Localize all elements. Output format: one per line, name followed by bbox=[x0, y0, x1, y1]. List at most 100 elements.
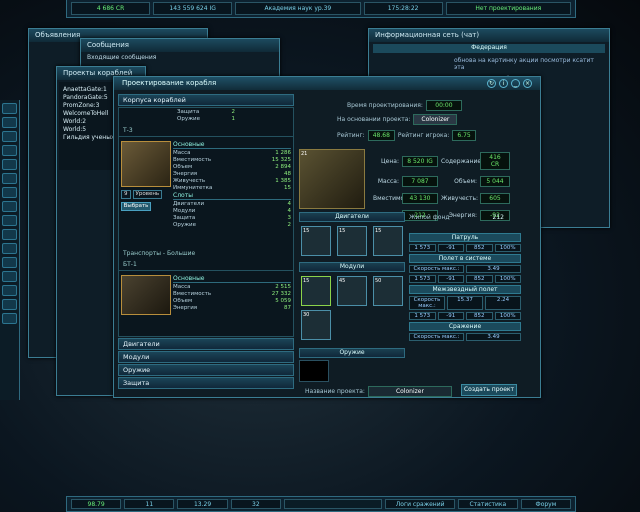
exit-icon[interactable] bbox=[2, 313, 17, 324]
bottom-value-1: 98.79 bbox=[71, 499, 122, 509]
folder-icon[interactable] bbox=[2, 131, 17, 142]
refresh-icon[interactable]: ↻ bbox=[487, 79, 496, 88]
planet-icon[interactable] bbox=[2, 187, 17, 198]
hull-bt1-stats: Основные Масса 2 515 Вместимость 27 332 Объем… bbox=[173, 275, 291, 312]
project-name-row: Название проекта: Colonizer bbox=[305, 386, 452, 397]
bottom-bar: 98.79 11 13.29 32 Логи сражений Статисти… bbox=[66, 496, 576, 512]
design-status[interactable]: Нет проектирования bbox=[445, 2, 571, 15]
info-icon[interactable]: i bbox=[499, 79, 508, 88]
flask-icon[interactable] bbox=[2, 145, 17, 156]
transport-header[interactable]: Транспорты - Большие bbox=[119, 248, 293, 259]
design-title: Проектирование корабля bbox=[122, 79, 217, 87]
ship-stat-row: Цена: 8 520 IG Содержание: 416 CR bbox=[373, 152, 533, 170]
chat-icon[interactable] bbox=[2, 173, 17, 184]
fleet-icon[interactable] bbox=[2, 229, 17, 240]
eye-icon[interactable] bbox=[2, 285, 17, 296]
interstellar-values: 1 573 -91 852 100% bbox=[409, 312, 521, 320]
volume-slider[interactable] bbox=[283, 499, 383, 509]
engine-slot[interactable]: 15 bbox=[301, 226, 331, 256]
modules-title: Модули bbox=[299, 262, 405, 272]
mail-icon[interactable] bbox=[2, 257, 17, 268]
create-project-button[interactable]: Создать проект bbox=[461, 384, 517, 396]
module-slot[interactable]: 45 bbox=[337, 276, 367, 306]
fleet-icon[interactable] bbox=[2, 215, 17, 226]
top-bar: 4 686 CR 143 559 624 IG Академия наук ур… bbox=[66, 0, 576, 18]
flight-value: 100% bbox=[494, 244, 521, 252]
weapons-title: Оружие bbox=[299, 348, 405, 358]
section-header[interactable]: Двигатели bbox=[118, 338, 294, 350]
battle-header[interactable]: Сражение bbox=[409, 322, 521, 331]
credits-display: 4 686 CR bbox=[71, 2, 151, 15]
ig-display: 143 559 624 IG bbox=[153, 2, 233, 15]
stat-row: Масса 1 286 bbox=[173, 150, 291, 156]
patrol-values: 1 573 -91 852 100% bbox=[409, 244, 521, 252]
flight-value: 100% bbox=[494, 312, 521, 320]
section-header[interactable]: Защита bbox=[118, 377, 294, 389]
speed-row: Скорость макс.: 15.37 2.24 bbox=[409, 296, 521, 310]
flight-modes: Патруль 1 573 -91 852 100% Полет в системе … bbox=[409, 231, 521, 401]
incoming-folder[interactable]: Входящие сообщения bbox=[81, 52, 279, 63]
alert-icon[interactable] bbox=[2, 299, 17, 310]
module-slot[interactable]: 50 bbox=[373, 276, 403, 306]
module-slot[interactable]: 30 bbox=[301, 310, 331, 340]
chat-icon[interactable] bbox=[2, 201, 17, 212]
ship-design-window: Проектирование корабля ↻ i _ × Корпуса кора… bbox=[113, 76, 541, 398]
slots-title: Слоты bbox=[173, 192, 291, 200]
module-slot[interactable]: 15 bbox=[301, 276, 331, 306]
system-flight-header[interactable]: Полет в системе bbox=[409, 254, 521, 263]
speed-row: Скорость макс.: 3.49 bbox=[409, 333, 521, 341]
slot-row: Защита 3 bbox=[173, 215, 291, 221]
hull-panel: Корпуса кораблей Защита 2 Оружие 1 Т-3 9 Ур… bbox=[118, 94, 294, 394]
minimize-icon[interactable]: _ bbox=[511, 79, 520, 88]
flight-value: 1 573 bbox=[409, 312, 436, 320]
channel-federation[interactable]: Федерация bbox=[373, 44, 605, 53]
ship-icon[interactable] bbox=[2, 117, 17, 128]
speed-row: Скорость макс.: 3.49 bbox=[409, 265, 521, 273]
flight-value: 100% bbox=[494, 275, 521, 283]
flight-value: 1 573 bbox=[409, 275, 436, 283]
system-values: 1 573 -91 852 100% bbox=[409, 275, 521, 283]
patrol-header[interactable]: Патруль bbox=[409, 233, 521, 242]
flight-value: 1 573 bbox=[409, 244, 436, 252]
stat-row: Иммунитетка 15 bbox=[173, 185, 291, 191]
fuel-row: Жилой фонд 212 bbox=[409, 214, 504, 221]
section-header[interactable]: Оружие bbox=[118, 364, 294, 376]
slot-row: Двигатели 4 bbox=[173, 201, 291, 207]
close-icon[interactable]: × bbox=[523, 79, 532, 88]
hull-t3-stats: Основные Масса 1 286 Вместимость 15 325 Объем… bbox=[173, 141, 291, 229]
hull-item-bt1[interactable]: Основные Масса 2 515 Вместимость 27 332 Объем… bbox=[119, 270, 293, 316]
flight-value: 852 bbox=[466, 244, 493, 252]
engine-slot[interactable]: 15 bbox=[373, 226, 403, 256]
academy-display[interactable]: Академия наук ур.39 bbox=[235, 2, 361, 15]
stats-group: Основные bbox=[173, 275, 291, 283]
stat-row: Защита 2 bbox=[177, 109, 235, 115]
engine-slot[interactable]: 15 bbox=[337, 226, 367, 256]
hull-level: 9 Уровень bbox=[121, 190, 171, 199]
bottom-value-2: 11 bbox=[124, 499, 175, 509]
tools-icon[interactable] bbox=[2, 103, 17, 114]
battle-logs-button[interactable]: Логи сражений bbox=[385, 499, 455, 509]
chat-icon[interactable] bbox=[2, 159, 17, 170]
weapon-slot[interactable] bbox=[299, 360, 329, 382]
hull-item-t3[interactable]: 9 Уровень Выбрать Основные Масса 1 286 Вмест… bbox=[119, 136, 293, 248]
flight-value: -91 bbox=[437, 244, 464, 252]
stat-row: Вместимость 15 325 bbox=[173, 157, 291, 163]
flight-value: 852 bbox=[466, 312, 493, 320]
time-display: 175:28:22 bbox=[363, 2, 443, 15]
section-header[interactable]: Модули bbox=[118, 351, 294, 363]
based-on: На основании проекта: Colonizer bbox=[337, 114, 458, 125]
ship-stat-row: Вместимость: 43 130 Живучесть: 605 bbox=[373, 193, 533, 204]
design-details: Время проектирования: 00:00 На основании … bbox=[297, 94, 537, 397]
forum-button[interactable]: Форум bbox=[520, 499, 572, 509]
engines-title: Двигатели bbox=[299, 212, 405, 222]
statistics-button[interactable]: Статистика bbox=[457, 499, 518, 509]
build-icon[interactable] bbox=[2, 243, 17, 254]
select-hull-button[interactable]: Выбрать bbox=[121, 202, 151, 211]
left-toolbar bbox=[0, 100, 20, 400]
interstellar-header[interactable]: Межзвездный полет bbox=[409, 285, 521, 294]
stat-row: Живучесть 1 385 bbox=[173, 178, 291, 184]
hull-list: Защита 2 Оружие 1 Т-3 9 Уровень Выбрать Осн… bbox=[118, 107, 294, 337]
hull-t3-image bbox=[121, 141, 171, 187]
globe-icon[interactable] bbox=[2, 271, 17, 282]
hull-header[interactable]: Корпуса кораблей bbox=[118, 94, 294, 106]
